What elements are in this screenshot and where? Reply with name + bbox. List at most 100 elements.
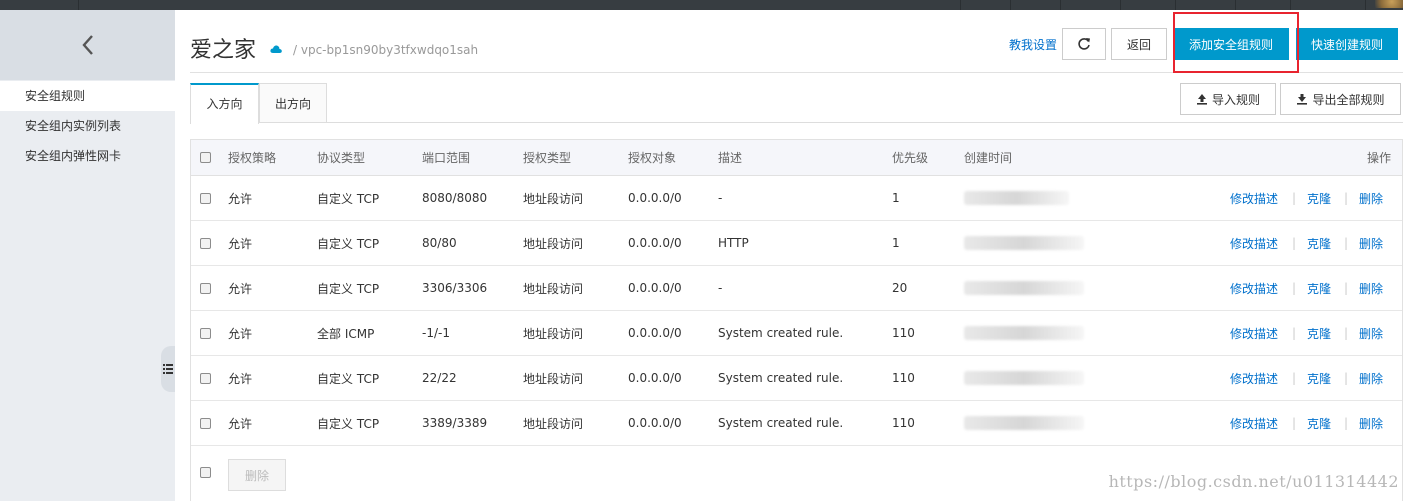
action-delete[interactable]: 删除: [1359, 311, 1383, 355]
action-clone[interactable]: 克隆: [1307, 356, 1331, 400]
delete-link[interactable]: 删除: [1359, 190, 1383, 207]
action-edit-description[interactable]: 修改描述: [1230, 311, 1278, 355]
row-checkbox[interactable]: [200, 417, 211, 429]
cell-priority: 1: [892, 236, 900, 250]
action-delete[interactable]: 删除: [1359, 356, 1383, 400]
delete-link[interactable]: 删除: [1359, 325, 1383, 342]
quick-create-rule-button[interactable]: 快速创建规则: [1296, 28, 1398, 60]
table-row: 允许 全部 ICMP -1/-1 地址段访问 0.0.0.0/0 System creat…: [191, 311, 1402, 356]
import-rules-button[interactable]: 导入规则: [1180, 83, 1276, 115]
action-edit-description[interactable]: 修改描述: [1230, 401, 1278, 445]
action-edit-description[interactable]: 修改描述: [1230, 221, 1278, 265]
cell-auth-type: 地址段访问: [523, 281, 584, 296]
edit-description-link[interactable]: 修改描述: [1230, 280, 1278, 297]
back-text-button[interactable]: 返回: [1111, 28, 1167, 60]
download-icon: [1297, 94, 1308, 105]
clone-link[interactable]: 克隆: [1307, 370, 1331, 387]
cell-protocol: 自定义 TCP: [317, 191, 380, 206]
clone-link[interactable]: 克隆: [1307, 280, 1331, 297]
tab-inbound[interactable]: 入方向: [190, 83, 259, 124]
sidebar-item-instance-list[interactable]: 安全组内实例列表: [0, 111, 175, 141]
sidebar-item-security-rules[interactable]: 安全组规则: [0, 81, 175, 111]
clone-link[interactable]: 克隆: [1307, 415, 1331, 432]
sidebar-collapse-handle[interactable]: [161, 346, 175, 392]
action-delete[interactable]: 删除: [1359, 176, 1383, 220]
edit-description-link[interactable]: 修改描述: [1230, 325, 1278, 342]
table-row: 允许 自定义 TCP 8080/8080 地址段访问 0.0.0.0/0 - 1 修改描述 | 克…: [191, 176, 1402, 221]
row-checkbox[interactable]: [200, 327, 211, 339]
bulk-delete-button[interactable]: 删除: [228, 459, 286, 491]
row-checkbox-cell[interactable]: [200, 401, 211, 445]
user-avatar[interactable]: [1375, 0, 1403, 8]
cell-description: -: [718, 281, 723, 295]
footer-select-checkbox[interactable]: [200, 466, 211, 478]
clone-link[interactable]: 克隆: [1307, 190, 1331, 207]
cell-created-time: [964, 356, 1084, 400]
select-all-checkbox-cell[interactable]: [200, 140, 211, 175]
chevron-left-icon: [81, 35, 93, 55]
cell-description: System created rule.: [718, 416, 844, 430]
cell-port-range: 8080/8080: [422, 191, 488, 205]
cell-created-time: [964, 266, 1084, 310]
footer-checkbox-cell[interactable]: [200, 454, 211, 490]
row-checkbox[interactable]: [200, 282, 211, 294]
cell-priority: 110: [892, 326, 915, 340]
security-rules-table: 授权策略 协议类型 端口范围 授权类型 授权对象 描述 优先级 创建时间 操作 …: [190, 139, 1403, 501]
edit-description-link[interactable]: 修改描述: [1230, 415, 1278, 432]
action-clone[interactable]: 克隆: [1307, 401, 1331, 445]
column-header: 授权策略: [228, 151, 277, 165]
edit-description-link[interactable]: 修改描述: [1230, 235, 1278, 252]
row-checkbox-cell[interactable]: [200, 311, 211, 355]
delete-link[interactable]: 删除: [1359, 370, 1383, 387]
cell-auth-type: 地址段访问: [523, 371, 584, 386]
edit-description-link[interactable]: 修改描述: [1230, 370, 1278, 387]
row-checkbox-cell[interactable]: [200, 176, 211, 220]
action-clone[interactable]: 克隆: [1307, 266, 1331, 310]
row-checkbox[interactable]: [200, 192, 211, 204]
row-checkbox[interactable]: [200, 372, 211, 384]
action-divider: |: [1292, 191, 1297, 205]
clone-link[interactable]: 克隆: [1307, 325, 1331, 342]
action-delete[interactable]: 删除: [1359, 401, 1383, 445]
delete-link[interactable]: 删除: [1359, 280, 1383, 297]
edit-description-link[interactable]: 修改描述: [1230, 190, 1278, 207]
delete-link[interactable]: 删除: [1359, 235, 1383, 252]
table-row: 允许 自定义 TCP 22/22 地址段访问 0.0.0.0/0 System creat…: [191, 356, 1402, 401]
action-edit-description[interactable]: 修改描述: [1230, 176, 1278, 220]
row-checkbox-cell[interactable]: [200, 221, 211, 265]
cell-port-range: 3306/3306: [422, 281, 488, 295]
clone-link[interactable]: 克隆: [1307, 235, 1331, 252]
top-navbar: [0, 0, 1403, 10]
action-delete[interactable]: 删除: [1359, 266, 1383, 310]
column-header: 授权对象: [628, 151, 677, 165]
cell-auth-type: 地址段访问: [523, 326, 584, 341]
action-edit-description[interactable]: 修改描述: [1230, 356, 1278, 400]
cell-auth-object: 0.0.0.0/0: [628, 236, 682, 250]
action-divider: |: [1292, 326, 1297, 340]
delete-link[interactable]: 删除: [1359, 415, 1383, 432]
export-all-rules-button[interactable]: 导出全部规则: [1280, 83, 1401, 115]
action-divider: |: [1292, 371, 1297, 385]
column-header: 描述: [718, 151, 743, 165]
select-all-checkbox[interactable]: [200, 152, 211, 163]
action-clone[interactable]: 克隆: [1307, 176, 1331, 220]
refresh-button[interactable]: [1062, 28, 1106, 60]
sidebar-item-elastic-nic[interactable]: 安全组内弹性网卡: [0, 141, 175, 171]
action-divider: |: [1292, 416, 1297, 430]
tab-outbound[interactable]: 出方向: [259, 83, 327, 123]
action-clone[interactable]: 克隆: [1307, 221, 1331, 265]
row-checkbox-cell[interactable]: [200, 266, 211, 310]
action-edit-description[interactable]: 修改描述: [1230, 266, 1278, 310]
navbar-divider: [960, 0, 961, 10]
table-row: 允许 自定义 TCP 80/80 地址段访问 0.0.0.0/0 HTTP 1 修改描述 | 克隆…: [191, 221, 1402, 266]
cell-policy: 允许: [228, 416, 253, 431]
tutorial-link[interactable]: 教我设置: [1009, 36, 1057, 53]
back-button[interactable]: [0, 10, 175, 80]
row-checkbox-cell[interactable]: [200, 356, 211, 400]
cell-protocol: 自定义 TCP: [317, 371, 380, 386]
action-clone[interactable]: 克隆: [1307, 311, 1331, 355]
main-content: 爱之家 / vpc-bp1sn90by3tfxwdqo1sah 教我设置 返回 …: [175, 10, 1403, 501]
action-delete[interactable]: 删除: [1359, 221, 1383, 265]
row-checkbox[interactable]: [200, 237, 211, 249]
table-row: 允许 自定义 TCP 3306/3306 地址段访问 0.0.0.0/0 - 20 修改描述 |…: [191, 266, 1402, 311]
